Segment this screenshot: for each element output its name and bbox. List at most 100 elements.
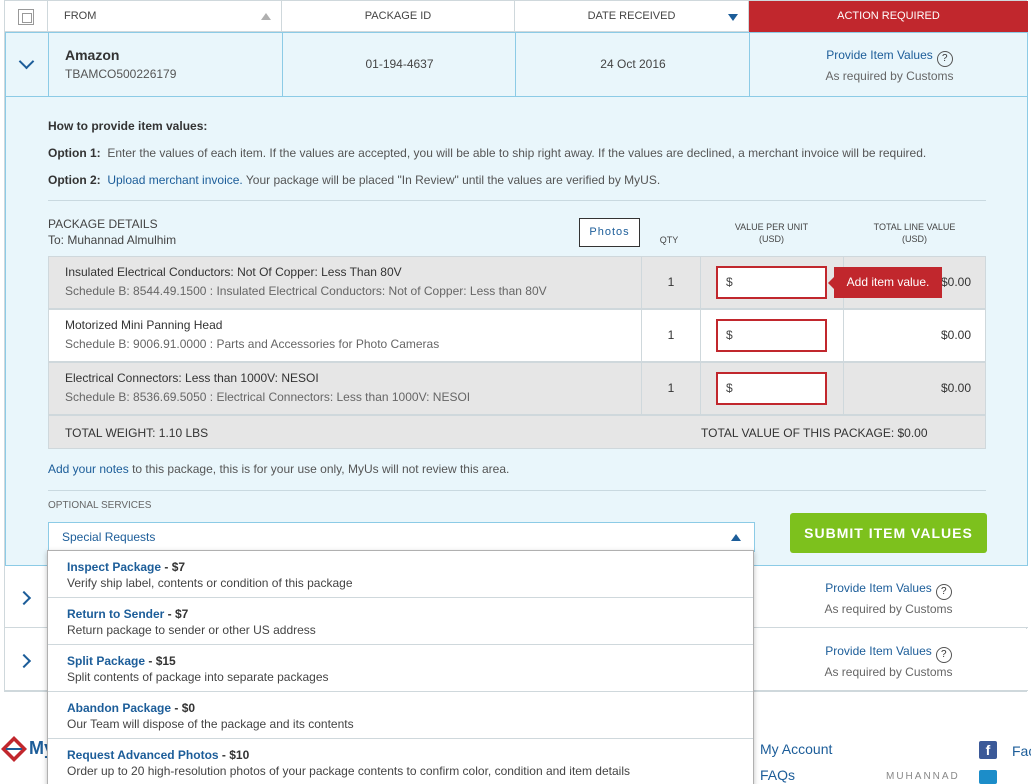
dropdown-option-request-advanced-photos[interactable]: Request Advanced Photos - $10 Order up t… (48, 739, 753, 784)
facebook-link[interactable]: Fac (1012, 743, 1031, 759)
dropdown-option-abandon-package[interactable]: Abandon Package - $0 Our Team will dispo… (48, 692, 753, 739)
special-requests-select[interactable]: Special Requests (48, 522, 755, 552)
help-icon[interactable]: ? (936, 51, 953, 67)
item-total-value: $0.00 (940, 381, 971, 395)
upload-merchant-invoice-link[interactable]: Upload merchant invoice. (107, 173, 242, 187)
package-id-column-header[interactable]: PACKAGE ID (282, 1, 515, 32)
item-value-input[interactable]: $ (716, 266, 827, 299)
provide-item-values-link[interactable]: Provide Item Values? (750, 48, 1029, 67)
option-description[interactable]: Return package to sender or other US add… (67, 623, 734, 637)
option-description[interactable]: Order up to 20 high-resolution photos of… (67, 764, 734, 778)
item-schedule-b: Schedule B: 8544.49.1500 : Insulated Ele… (65, 284, 547, 298)
package-id-header-label: PACKAGE ID (364, 10, 432, 22)
sort-up-icon[interactable] (261, 13, 271, 20)
option-price[interactable]: - $7 (164, 607, 189, 621)
option-description[interactable]: Our Team will dispose of the package and… (67, 717, 734, 731)
option-1-text: Enter the values of each item. If the va… (107, 146, 927, 160)
total-package-value: TOTAL VALUE OF THIS PACKAGE: $0.00 (701, 426, 928, 440)
provide-item-values-link[interactable]: Provide Item Values? (749, 581, 1028, 600)
tracking-number: TBAMCO500226179 (65, 67, 177, 81)
special-requests-label[interactable]: Special Requests (62, 530, 155, 544)
table-row: Motorized Mini Panning Head Schedule B: … (48, 309, 986, 362)
item-total-value: $0.00 (940, 328, 971, 342)
total-header-line2: (USD) (902, 234, 927, 244)
option-description[interactable]: Verify ship label, contents or condition… (67, 576, 734, 590)
value-cell: $ (701, 363, 844, 414)
from-cell (49, 33, 283, 96)
item-description: Electrical Connectors: Less than 1000V: … (65, 371, 319, 385)
package-summary[interactable]: Amazon TBAMCO500226179 01-194-4637 24 Oc… (6, 33, 1027, 97)
item-total-value: $0.00 (940, 275, 971, 289)
value-cell: $ (701, 310, 844, 361)
dropdown-option-return-to-sender[interactable]: Return to Sender - $7 Return package to … (48, 598, 753, 645)
facebook-icon[interactable]: f (979, 741, 997, 759)
qty-column-header: QTY (659, 235, 679, 245)
option-name[interactable]: Return to Sender (67, 607, 164, 621)
item-description: Motorized Mini Panning Head (65, 318, 223, 332)
option-description[interactable]: Split contents of package into separate … (67, 670, 734, 684)
action-required-column-header: ACTION REQUIRED (749, 1, 1028, 32)
package-id: 01-194-4637 (365, 57, 434, 71)
provide-item-values-label[interactable]: Provide Item Values (825, 644, 932, 658)
howto-title: How to provide item values: (48, 119, 208, 133)
total-weight: TOTAL WEIGHT: 1.10 lbs (65, 426, 209, 440)
option-1: Option 1: Enter the values of each item.… (48, 146, 926, 160)
dropdown-option-inspect-package[interactable]: Inspect Package - $7 Verify ship label, … (48, 551, 753, 598)
twitter-icon[interactable] (979, 770, 997, 784)
option-name[interactable]: Split Package (67, 654, 145, 668)
value-cell: $ (701, 257, 844, 308)
my-account-link[interactable]: My Account (760, 741, 832, 757)
from-column-header[interactable]: FROM (48, 1, 282, 32)
date-header-label: DATE RECEIVED (587, 10, 676, 22)
option-2: Option 2: Upload merchant invoice. Your … (48, 173, 660, 187)
customs-note: As required by Customs (824, 602, 953, 616)
option-price[interactable]: - $10 (219, 748, 249, 762)
faqs-link[interactable]: FAQs (760, 767, 795, 783)
select-all-cell[interactable] (5, 1, 48, 32)
watermark-text: MUHANNAD (886, 771, 960, 782)
help-icon[interactable]: ? (935, 584, 952, 600)
chevron-right-icon[interactable] (16, 590, 32, 606)
divider (48, 200, 986, 201)
chevron-right-icon[interactable] (16, 653, 32, 669)
photos-button[interactable]: Photos (579, 218, 640, 247)
add-notes-link[interactable]: Add your notes (48, 462, 129, 476)
optional-services-label: OPTIONAL SERVICES (48, 500, 152, 511)
option-price[interactable]: - $15 (145, 654, 175, 668)
expanded-package-row: Amazon TBAMCO500226179 01-194-4637 24 Oc… (5, 32, 1028, 566)
option-name[interactable]: Abandon Package (67, 701, 171, 715)
myus-logo-icon (1, 736, 27, 762)
table-footer: TOTAL WEIGHT: 1.10 lbs TOTAL VALUE OF TH… (48, 415, 986, 449)
item-value-input[interactable]: $ (716, 372, 827, 405)
item-schedule-b: Schedule B: 9006.91.0000 : Parts and Acc… (65, 337, 440, 351)
submit-item-values-button[interactable]: SUBMIT ITEM VALUES (790, 513, 987, 553)
select-all-icon[interactable] (18, 9, 34, 25)
from-header-label: FROM (64, 10, 97, 22)
table-row: Electrical Connectors: Less than 1000V: … (48, 362, 986, 415)
divider (48, 490, 986, 491)
option-name[interactable]: Inspect Package (67, 560, 161, 574)
item-quantity: 1 (641, 310, 701, 361)
total-column-header: TOTAL LINE VALUE (USD) (843, 221, 986, 245)
package-recipient: To: Muhannad Almulhim (48, 233, 177, 247)
option-price[interactable]: - $7 (161, 560, 185, 574)
item-schedule-b: Schedule B: 8536.69.5050 : Electrical Co… (65, 390, 471, 404)
option-name[interactable]: Request Advanced Photos (67, 748, 219, 762)
collapse-cell[interactable] (6, 33, 49, 96)
dropdown-option-split-package[interactable]: Split Package - $15 Split contents of pa… (48, 645, 753, 692)
item-value-input[interactable]: $ (716, 319, 827, 352)
caret-up-icon[interactable] (731, 534, 741, 541)
sort-down-icon[interactable] (728, 14, 738, 21)
help-icon[interactable]: ? (935, 647, 952, 663)
value-header-line2: (USD) (759, 234, 784, 244)
date-received-column-header[interactable]: DATE RECEIVED (515, 1, 749, 32)
chevron-down-icon[interactable] (18, 53, 35, 70)
notes-row: Add your notes to this package, this is … (48, 462, 509, 476)
provide-item-values-label[interactable]: Provide Item Values (825, 581, 932, 595)
provide-item-values-label[interactable]: Provide Item Values (826, 48, 933, 62)
provide-item-values-link[interactable]: Provide Item Values? (749, 644, 1028, 663)
add-item-value-tooltip: Add item value. (828, 267, 942, 298)
total-header-line1: TOTAL LINE VALUE (873, 222, 956, 232)
action-header-label: ACTION REQUIRED (837, 10, 940, 22)
option-price[interactable]: - $0 (171, 701, 195, 715)
